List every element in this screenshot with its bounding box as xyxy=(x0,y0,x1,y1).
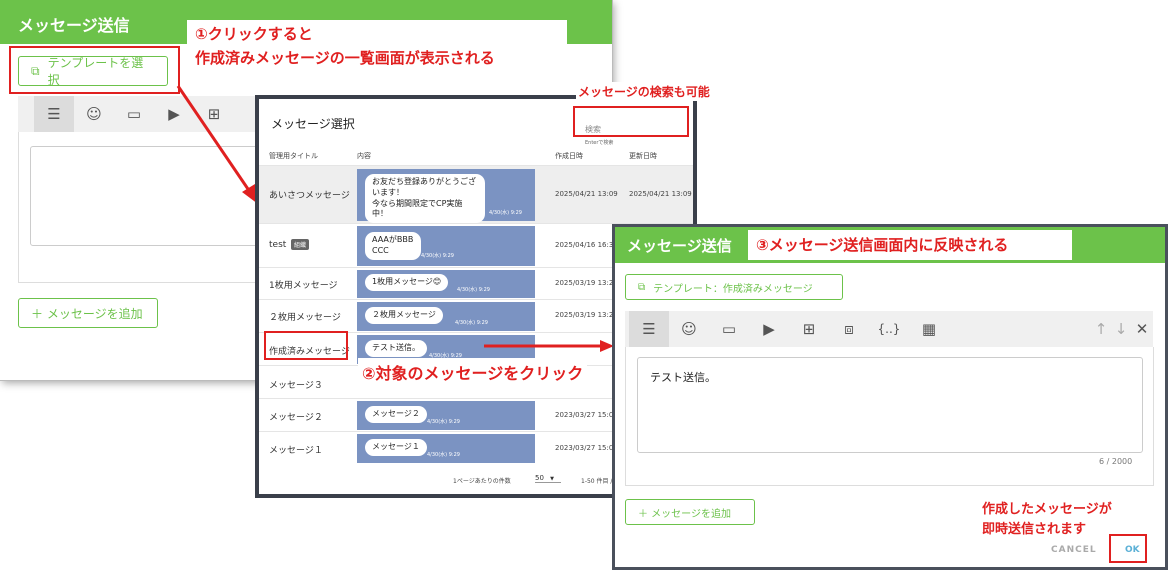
per-page-select[interactable]: 50 ▼ xyxy=(535,474,561,483)
card-border xyxy=(625,347,626,485)
arrow-step2 xyxy=(484,340,614,352)
column-header: 更新日時 xyxy=(629,152,657,160)
move-up-icon[interactable]: ↑ xyxy=(1091,311,1111,347)
row-title: メッセージ１ xyxy=(269,446,323,456)
card-border xyxy=(18,282,258,283)
message-text: テスト送信。 xyxy=(650,371,716,384)
preview-text: メッセージ１ xyxy=(365,439,427,456)
highlight-target-row xyxy=(264,331,348,360)
pagination-range: 1-50 件目 / xyxy=(581,478,613,485)
preview-time: 4/30(水) 9:29 xyxy=(421,253,454,259)
org-badge: 組織 xyxy=(291,239,310,250)
preview-text: テスト送信。 xyxy=(365,340,427,357)
preview-text: お友だち登録ありがとうございます！ 今なら期間限定でCP実施中！ xyxy=(365,174,485,224)
message-preview: メッセージ１ 4/30(水) 9:29 xyxy=(357,434,535,463)
card-border xyxy=(18,132,19,282)
sticker-icon[interactable]: ☺ xyxy=(74,96,114,132)
card-border xyxy=(1153,347,1154,485)
template-icon[interactable]: ▦ xyxy=(909,311,949,347)
select-template-button[interactable]: ⧉ テンプレート：作成済みメッセージ xyxy=(625,274,843,300)
message-preview: ２枚用メッセージ 4/30(水) 9:29 xyxy=(357,302,535,331)
highlight-ok-button xyxy=(1109,534,1147,563)
row-title: ２枚用メッセージ xyxy=(269,313,341,323)
updated-at: 2025/04/21 13:09 xyxy=(629,190,692,198)
step2-note: ②対象のメッセージをクリック xyxy=(358,358,588,386)
created-at: 2025/04/16 16:33 xyxy=(555,241,618,249)
step1-line1: ①クリックすると xyxy=(195,25,313,43)
instant-line2: 即時送信されます xyxy=(982,522,1087,537)
message-type-toolbar: ☰ ☺ ▭ ▶ ⊞ ⧈ {..} ▦ ↑ ↓ ✕ xyxy=(625,311,1153,347)
per-page-label: 1ページあたりの件数 xyxy=(453,478,511,485)
text-icon[interactable]: ☰ xyxy=(629,311,669,347)
created-at: 2023/03/27 15:02 xyxy=(555,411,618,419)
row-title: 1枚用メッセージ xyxy=(269,281,338,291)
preview-text: 1枚用メッセージ😊 xyxy=(365,274,449,291)
move-down-icon[interactable]: ↓ xyxy=(1111,311,1131,347)
add-message-button[interactable]: ＋ メッセージを追加 xyxy=(625,499,755,525)
preview-time: 4/30(水) 9:29 xyxy=(427,452,460,458)
preview-time: 4/30(水) 9:29 xyxy=(455,320,488,326)
created-at: 2025/03/19 13:28 xyxy=(555,311,618,319)
add-message-label: ＋ メッセージを追加 xyxy=(638,508,731,520)
selected-template-label: テンプレート：作成済みメッセージ xyxy=(653,283,813,295)
sticker-icon[interactable]: ☺ xyxy=(669,311,709,347)
column-header: 内容 xyxy=(357,152,371,160)
add-message-button[interactable]: ＋ メッセージを追加 xyxy=(18,298,158,328)
row-title: test xyxy=(269,240,287,250)
preview-text: AAAがBBB CCC xyxy=(365,232,421,260)
card-border xyxy=(625,485,1154,486)
image-icon[interactable]: ▭ xyxy=(114,96,154,132)
instant-line1: 作成したメッセージが xyxy=(982,502,1112,517)
cancel-button[interactable]: CANCEL xyxy=(1051,545,1097,555)
preview-time: 4/30(水) 9:29 xyxy=(457,287,490,293)
message-preview: お友だち登録ありがとうございます！ 今なら期間限定でCP実施中！ 4/30(水)… xyxy=(357,169,535,224)
column-header: 管理用タイトル xyxy=(269,152,318,160)
column-header: 作成日時 xyxy=(555,152,583,160)
row-title: メッセージ３ xyxy=(269,381,323,391)
table-row[interactable]: あいさつメッセージ お友だち登録ありがとうございます！ 今なら期間限定でCP実施… xyxy=(259,165,693,224)
highlight-template-button xyxy=(9,46,180,94)
text-icon[interactable]: ☰ xyxy=(34,96,74,132)
row-title: メッセージ２ xyxy=(269,413,323,423)
preview-text: ２枚用メッセージ xyxy=(365,307,443,324)
created-at: 2023/03/27 15:01 xyxy=(555,444,618,452)
instant-send-note: 作成したメッセージが 即時送信されます xyxy=(982,500,1112,540)
per-page-value: 50 xyxy=(535,474,544,482)
step1-line2: 作成済みメッセージの一覧画面が表示される xyxy=(195,49,495,67)
search-hint: Enterで検索 xyxy=(585,140,614,146)
video-icon[interactable]: ▶ xyxy=(749,311,789,347)
flex-icon[interactable]: {..} xyxy=(869,311,909,347)
dialog-title: メッセージ選択 xyxy=(271,117,355,131)
preview-time: 4/30(水) 9:29 xyxy=(489,210,522,216)
preview-time: 4/30(水) 9:29 xyxy=(427,419,460,425)
copy-icon: ⧉ xyxy=(638,281,646,293)
created-at: 2025/04/21 13:09 xyxy=(555,190,618,198)
step1-note: ①クリックすると 作成済みメッセージの一覧画面が表示される xyxy=(187,20,567,72)
row-title: あいさつメッセージ xyxy=(269,191,350,201)
message-preview: AAAがBBB CCC 4/30(水) 9:29 xyxy=(357,226,535,266)
carousel-icon[interactable]: ⧈ xyxy=(829,311,869,347)
message-preview: メッセージ２ 4/30(水) 9:29 xyxy=(357,401,535,430)
search-note: メッセージの検索も可能 xyxy=(576,82,712,101)
message-preview: 1枚用メッセージ😊 4/30(水) 9:29 xyxy=(357,270,535,298)
image-icon[interactable]: ▭ xyxy=(709,311,749,347)
message-textarea[interactable]: テスト送信。 xyxy=(637,357,1143,453)
step3-note: ③メッセージ送信画面内に反映される xyxy=(748,230,1072,260)
add-message-label: ＋ メッセージを追加 xyxy=(31,306,143,321)
created-at: 2025/03/19 13:28 xyxy=(555,279,618,287)
dropdown-arrow-icon: ▼ xyxy=(550,476,555,482)
highlight-search xyxy=(573,106,689,137)
preview-text: メッセージ２ xyxy=(365,406,427,423)
close-icon[interactable]: ✕ xyxy=(1131,311,1153,347)
char-counter: 6 / 2000 xyxy=(1099,457,1133,466)
imagemap-icon[interactable]: ⊞ xyxy=(789,311,829,347)
